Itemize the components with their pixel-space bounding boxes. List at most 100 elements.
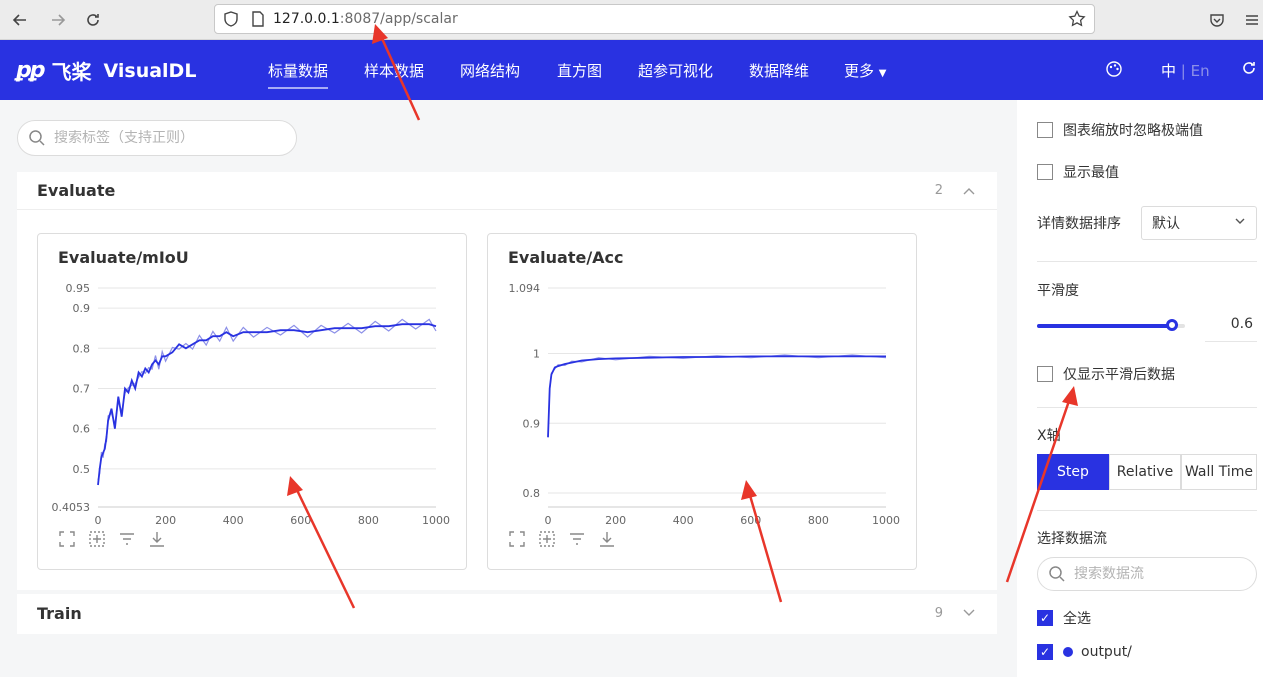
x-tick-label: 1000: [872, 514, 900, 524]
divider: [1037, 407, 1257, 408]
nav-hparams[interactable]: 超参可视化: [638, 60, 713, 81]
ignore-outliers-label: 图表缩放时忽略极端值: [1063, 123, 1203, 139]
chevron-down-icon[interactable]: [963, 606, 975, 620]
smoothing-slider[interactable]: [1037, 319, 1185, 331]
show-extrema-option[interactable]: 显示最值: [1037, 162, 1119, 182]
pocket-icon[interactable]: [1205, 8, 1229, 32]
smoothed-only-option[interactable]: 仅显示平滑后数据: [1037, 364, 1175, 384]
y-tick-label: 0.7: [73, 383, 91, 396]
y-tick-label: 0.5: [73, 463, 91, 476]
lang-separator: |: [1180, 62, 1186, 80]
nav-scalar[interactable]: 标量数据: [268, 60, 329, 89]
nav-sample[interactable]: 样本数据: [364, 60, 424, 81]
card-title: Evaluate/Acc: [508, 248, 624, 267]
select-all-checkbox[interactable]: ✓: [1037, 610, 1053, 626]
nav-graph[interactable]: 网络结构: [460, 60, 520, 81]
menu-icon[interactable]: [1240, 8, 1263, 32]
stream-item-output[interactable]: ✓ output/: [1037, 644, 1132, 660]
url-path: :8087/app/scalar: [339, 11, 458, 27]
filter-icon[interactable]: [568, 530, 586, 548]
theme-palette-icon[interactable]: [1105, 60, 1123, 82]
lang-zh[interactable]: 中: [1161, 62, 1176, 80]
filter-icon[interactable]: [118, 530, 136, 548]
series-line-raw: [97, 318, 437, 481]
sort-label-text: 详情数据排序: [1037, 216, 1121, 232]
stream-label-text: 选择数据流: [1037, 531, 1107, 547]
sort-label: 详情数据排序: [1037, 213, 1121, 233]
url-host: 127.0.0.1: [273, 11, 340, 27]
smoothed-only-checkbox[interactable]: [1037, 366, 1053, 382]
smoothing-slider-fill: [1037, 324, 1172, 328]
download-icon[interactable]: [148, 530, 166, 548]
chart-miou[interactable]: 0.95 0.9 0.8 0.7 0.6 0.5 0.4053 0 200 400 600 800 10…: [38, 274, 468, 524]
sort-select[interactable]: 默认: [1141, 206, 1257, 240]
forward-arrow-icon[interactable]: [46, 8, 70, 32]
group-count: 9: [934, 605, 943, 621]
x-tick-label: 600: [740, 514, 761, 524]
back-arrow-icon[interactable]: [8, 8, 32, 32]
y-tick-label: 0.8: [73, 342, 91, 355]
smoothing-value-input[interactable]: 0.6: [1205, 310, 1257, 342]
shield-icon: [224, 11, 238, 27]
group-evaluate: Evaluate 2 Evaluate/mIoU 0.95 0.9 0.8 0.7 0.…: [17, 172, 997, 590]
tag-search-box[interactable]: [17, 120, 297, 156]
xaxis-relative-button[interactable]: Relative: [1109, 454, 1181, 490]
group-evaluate-header[interactable]: Evaluate 2: [17, 172, 997, 210]
card-toolbar: [508, 530, 616, 548]
download-icon[interactable]: [598, 530, 616, 548]
select-all-option[interactable]: ✓ 全选: [1037, 608, 1091, 628]
ignore-outliers-checkbox[interactable]: [1037, 122, 1053, 138]
group-count: 2: [934, 183, 943, 198]
stream-search-input[interactable]: [1074, 566, 1244, 582]
nav-histogram[interactable]: 直方图: [557, 60, 602, 81]
language-switch[interactable]: 中 | En: [1161, 60, 1210, 81]
x-tick-label: 0: [95, 514, 102, 524]
group-title: Train: [37, 603, 82, 623]
fullscreen-icon[interactable]: [508, 530, 526, 548]
bookmark-star-icon[interactable]: [1068, 10, 1086, 28]
x-tick-label: 0: [545, 514, 552, 524]
browser-toolbar: 127.0.0.1:8087/app/scalar: [0, 0, 1263, 40]
stream-color-dot: [1063, 647, 1073, 657]
divider: [1037, 510, 1257, 511]
smoothing-slider-thumb[interactable]: [1165, 319, 1178, 331]
smoothing-label: 平滑度: [1037, 280, 1079, 300]
reload-icon[interactable]: [81, 8, 105, 32]
logo[interactable]: ꝑꝑ 飞桨 VisualDL: [16, 56, 196, 85]
x-tick-label: 800: [808, 514, 829, 524]
lang-en[interactable]: En: [1191, 62, 1210, 80]
fullscreen-icon[interactable]: [58, 530, 76, 548]
x-tick-label: 600: [290, 514, 311, 524]
stream-output-checkbox[interactable]: ✓: [1037, 644, 1053, 660]
stream-search-box[interactable]: [1037, 557, 1257, 591]
xaxis-walltime-button[interactable]: Wall Time: [1181, 454, 1257, 490]
chart-acc[interactable]: 1.094 1 0.9 0.8 0 200 400 600 800 1000: [488, 274, 918, 524]
show-extrema-checkbox[interactable]: [1037, 164, 1053, 180]
y-tick-label: 0.4053: [52, 501, 91, 514]
x-tick-label: 400: [673, 514, 694, 524]
chevron-up-icon[interactable]: [963, 184, 975, 198]
show-extrema-label: 显示最值: [1063, 165, 1119, 181]
chevron-down-icon: [1235, 218, 1245, 224]
card-toolbar: [58, 530, 166, 548]
group-train-header[interactable]: Train 9: [17, 594, 997, 632]
logo-en-text: VisualDL: [103, 59, 197, 82]
address-bar[interactable]: 127.0.0.1:8087/app/scalar: [214, 4, 1095, 34]
refresh-icon[interactable]: [1241, 60, 1257, 80]
xaxis-step-button[interactable]: Step: [1037, 454, 1109, 490]
x-tick-label: 1000: [422, 514, 450, 524]
y-tick-label: 0.6: [73, 423, 91, 436]
nav-embedding[interactable]: 数据降维: [749, 60, 809, 81]
y-tick-label: 1.094: [509, 282, 541, 295]
xaxis-label-text: X轴: [1037, 428, 1061, 444]
tag-search-input[interactable]: [54, 130, 274, 146]
group-train: Train 9: [17, 594, 997, 634]
selection-zoom-icon[interactable]: [538, 530, 556, 548]
nav-more-label: 更多: [844, 62, 875, 80]
selection-zoom-icon[interactable]: [88, 530, 106, 548]
paddle-logo-icon: ꝑꝑ: [16, 58, 45, 83]
ignore-outliers-option[interactable]: 图表缩放时忽略极端值: [1037, 120, 1203, 140]
x-tick-label: 800: [358, 514, 379, 524]
series-line-smoothed[interactable]: [547, 355, 886, 438]
nav-more[interactable]: 更多 ▼: [844, 60, 887, 81]
